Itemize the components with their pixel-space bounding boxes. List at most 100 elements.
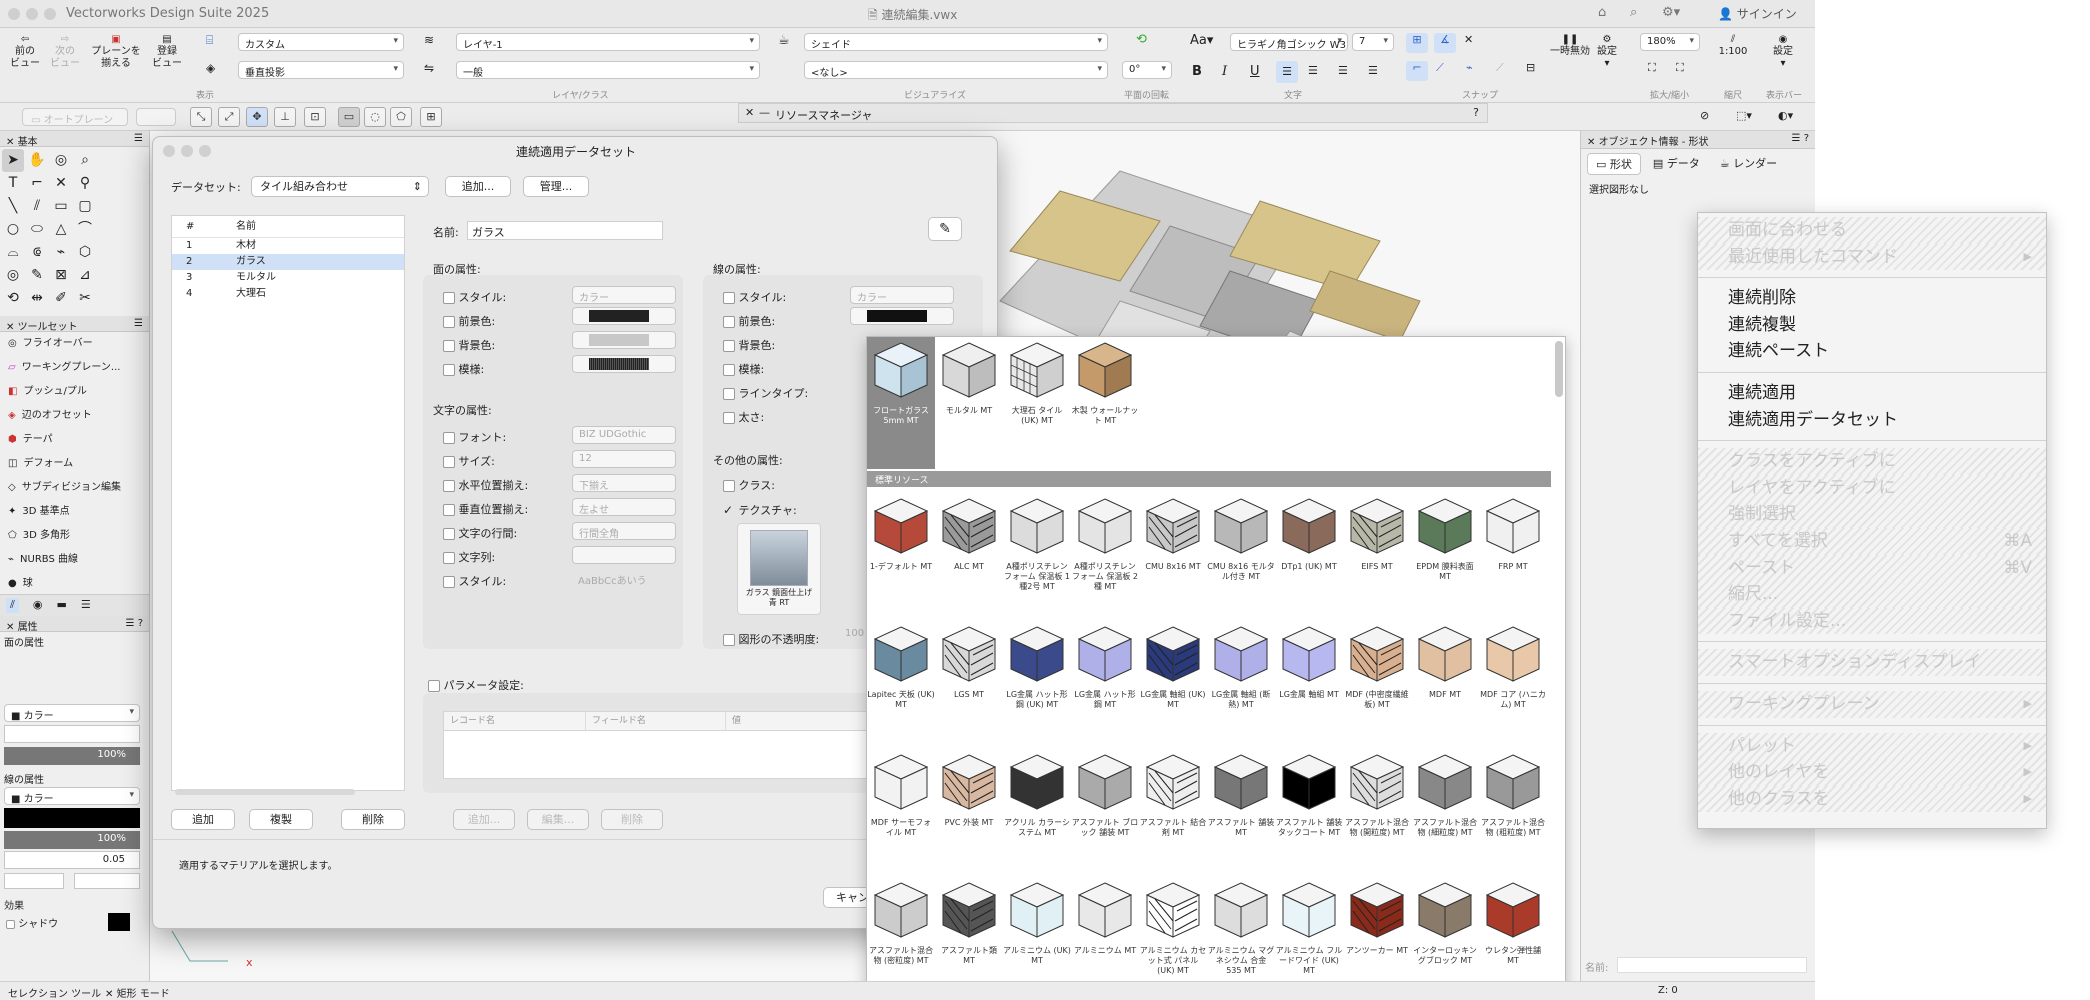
menu-item[interactable]: すべてを選択 ⌘A bbox=[1698, 527, 2046, 555]
tab-render[interactable]: ☕ レンダー bbox=[1712, 153, 1785, 175]
text-checkbox[interactable]: 垂直位置揃え: bbox=[443, 501, 528, 517]
name-field[interactable]: ガラス bbox=[467, 221, 663, 240]
tab-shape[interactable]: ▭ 形状 bbox=[1587, 153, 1641, 175]
camera-dropdown-icon[interactable]: ◐▾ bbox=[1778, 109, 1793, 122]
text-checkbox[interactable]: 水平位置揃え: bbox=[443, 477, 528, 493]
menu-item[interactable]: 連続削除 bbox=[1698, 285, 2046, 312]
rectangle-tool-icon[interactable]: ▭ bbox=[50, 195, 72, 218]
font-size-dropdown[interactable]: 7 bbox=[1352, 33, 1394, 51]
material-item[interactable]: MDF サーモフォイル MT bbox=[867, 753, 935, 881]
material-item[interactable]: アクリル カラーシステム MT bbox=[1003, 753, 1071, 881]
fill-opacity-field[interactable]: 100% bbox=[4, 747, 140, 765]
rotation-field[interactable]: 0° bbox=[1122, 61, 1172, 79]
zoom-window-button[interactable] bbox=[44, 8, 56, 20]
pan-tool-icon[interactable]: ✋ bbox=[26, 149, 48, 172]
scale-button[interactable]: ⫽ 1:100 bbox=[1716, 34, 1750, 58]
material-item[interactable]: フロートガラス 5mm MT bbox=[867, 337, 935, 469]
plane-align-button[interactable]: ▣ プレーンを 揃える bbox=[88, 34, 144, 70]
italic-button[interactable]: I bbox=[1222, 64, 1227, 79]
texture-checkbox[interactable]: ✓ テクスチャ: bbox=[723, 502, 797, 518]
signin-button[interactable]: 👤 サインイン bbox=[1718, 5, 1797, 22]
locus-tool-icon[interactable]: ✕ bbox=[50, 172, 72, 195]
fill-checkbox[interactable]: 背景色: bbox=[443, 337, 495, 353]
name-field[interactable] bbox=[1617, 957, 1807, 973]
menu-item[interactable]: 連続適用データセット bbox=[1698, 407, 2046, 434]
justify-icon[interactable]: ☰ bbox=[1368, 64, 1378, 77]
class-active-dropdown[interactable]: 一般 bbox=[456, 61, 760, 79]
tab-building-icon[interactable]: ☰ bbox=[81, 598, 91, 613]
polyline-tool-icon[interactable]: ⟃ bbox=[26, 241, 48, 264]
material-item[interactable]: PVC 外装 MT bbox=[935, 753, 1003, 881]
fill-type-dropdown[interactable]: ■ カラー bbox=[4, 704, 140, 722]
mode-axis-icon[interactable]: ⊥ bbox=[274, 107, 296, 127]
close-window-button[interactable] bbox=[8, 8, 20, 20]
fill-color-swatch[interactable] bbox=[4, 725, 140, 743]
mirror-tool-icon[interactable]: ⇹ bbox=[26, 287, 48, 310]
mode-group-icon[interactable]: ⊡ bbox=[304, 107, 326, 127]
home-icon[interactable]: ⌂ bbox=[1598, 5, 1606, 20]
text-value-field[interactable]: 12 bbox=[572, 450, 676, 468]
line-color-swatch[interactable] bbox=[4, 808, 140, 828]
delete-button[interactable]: 削除 bbox=[341, 809, 405, 830]
menu-item[interactable]: 連続ペースト bbox=[1698, 338, 2046, 365]
collapse-icon[interactable]: — bbox=[759, 106, 770, 119]
text-checkbox[interactable]: サイズ: bbox=[443, 453, 495, 469]
menu-icon[interactable]: ☰ bbox=[134, 133, 143, 144]
rect-mode-icon[interactable]: ▭ bbox=[338, 107, 360, 127]
toolset-item[interactable]: ✦ 3D 基準点 bbox=[0, 500, 149, 524]
toolset-item[interactable]: ◇ サブディビジョン編集 bbox=[0, 476, 149, 500]
material-item[interactable]: MDF MT bbox=[1411, 625, 1479, 753]
param-checkbox[interactable]: パラメータ設定: bbox=[428, 677, 524, 693]
menu-item[interactable]: パレット ▶ bbox=[1698, 732, 2046, 760]
class-checkbox[interactable]: クラス: bbox=[723, 477, 775, 493]
list-scrollbar[interactable] bbox=[175, 789, 355, 795]
toolset-item[interactable]: ◧ プッシュ/プル bbox=[0, 380, 149, 404]
list-item[interactable]: 2 ガラス bbox=[172, 254, 404, 270]
material-item[interactable]: A種ポリスチレンフォーム 保温板 1種2号 MT bbox=[1003, 497, 1071, 625]
dataset-add-button[interactable]: 追加... bbox=[445, 176, 511, 197]
prev-view-button[interactable]: ⇦ 前の ビュー bbox=[8, 34, 42, 70]
material-item[interactable]: アスファルト混合物 (粗粒度) MT bbox=[1479, 753, 1547, 881]
menu-item[interactable]: クラスをアクティブに bbox=[1698, 448, 2046, 475]
rounded-rect-tool-icon[interactable]: ▢ bbox=[74, 195, 96, 218]
line-tool-icon[interactable]: ╲ bbox=[2, 195, 24, 218]
snap-distance-icon[interactable]: ⟋ bbox=[1436, 61, 1444, 75]
close-icon[interactable]: ✕ bbox=[1587, 137, 1599, 148]
class-dropdown[interactable]: カスタム bbox=[238, 33, 404, 51]
gear-icon[interactable]: ⚙▾ bbox=[1662, 5, 1680, 20]
attribute-tool-icon[interactable]: ⊠ bbox=[50, 264, 72, 287]
menu-item[interactable]: 他のクラスを ▶ bbox=[1698, 785, 2046, 813]
resize-tool-icon[interactable]: ⊿ bbox=[74, 264, 96, 287]
material-item[interactable]: アスファルト混合物 (細粒度) MT bbox=[1411, 753, 1479, 881]
list-header-name[interactable]: 名前 bbox=[222, 216, 256, 237]
line-checkbox[interactable]: 背景色: bbox=[723, 337, 775, 353]
snap-angle-icon[interactable]: ∡ bbox=[1434, 33, 1456, 53]
list-item[interactable]: 4 大理石 bbox=[172, 286, 404, 302]
arc-tool-icon[interactable]: ⌒ bbox=[74, 218, 96, 241]
polygon-tool-icon[interactable]: △ bbox=[50, 218, 72, 241]
close-icon[interactable]: ✕ bbox=[6, 137, 18, 148]
menu-item[interactable]: 最近使用したコマンド ▶ bbox=[1698, 243, 2046, 271]
toolset-item[interactable]: ◎ フライオーバー bbox=[0, 332, 149, 356]
toolset-item[interactable]: ▱ ワーキングプレーン... bbox=[0, 356, 149, 380]
line-start-marker-dropdown[interactable] bbox=[4, 873, 64, 889]
list-item[interactable]: 1 木材 bbox=[172, 238, 404, 254]
material-item[interactable]: EPDM 膜料表面 MT bbox=[1411, 497, 1479, 625]
line-checkbox[interactable]: ラインタイプ: bbox=[723, 385, 808, 401]
dataset-manage-button[interactable]: 管理... bbox=[523, 176, 589, 197]
material-item[interactable]: FRP MT bbox=[1479, 497, 1547, 625]
minimize-window-button[interactable] bbox=[26, 8, 38, 20]
close-icon[interactable]: ✕ bbox=[745, 106, 754, 119]
menu-item[interactable]: 縮尺... bbox=[1698, 581, 2046, 608]
fill-swatch-field[interactable] bbox=[572, 307, 676, 325]
duplicate-button[interactable]: 複製 bbox=[249, 809, 313, 830]
underline-button[interactable]: U bbox=[1250, 64, 1260, 79]
menu-icon[interactable]: ☰ ? bbox=[1792, 133, 1809, 144]
menu-icon[interactable]: ☰ bbox=[134, 318, 143, 329]
menu-icon[interactable]: ☰ ? bbox=[126, 618, 143, 629]
material-item[interactable]: アスファルト混合物 (開粒度) MT bbox=[1343, 753, 1411, 881]
fill-checkbox[interactable]: 前景色: bbox=[443, 313, 495, 329]
param-edit-button[interactable]: 編集... bbox=[527, 809, 589, 830]
fill-swatch-field[interactable] bbox=[572, 355, 676, 373]
line-swatch-field[interactable] bbox=[850, 307, 954, 325]
